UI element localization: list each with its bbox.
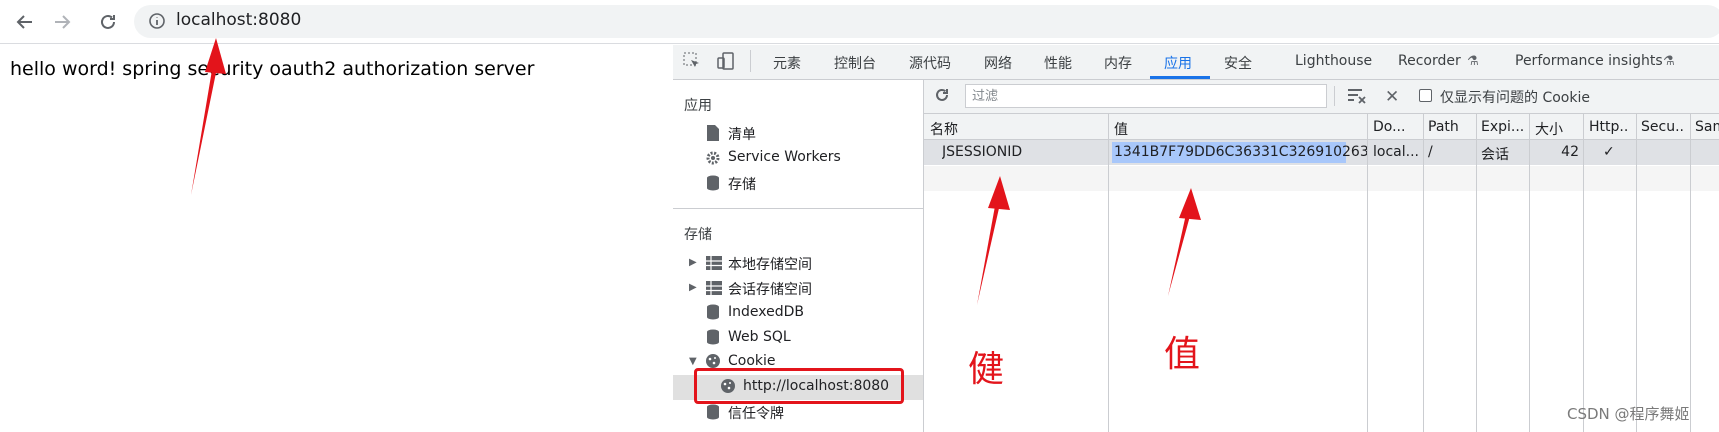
- arrow-value: [1168, 188, 1201, 296]
- watermark: CSDN @程序舞姬: [1567, 405, 1690, 423]
- arrow-key: [977, 176, 1010, 305]
- arrow-url: [191, 38, 226, 195]
- annotation-value-label: 值: [1164, 334, 1201, 375]
- annotation-key-label: 健: [968, 349, 1005, 390]
- annotation-arrows: [191, 38, 1201, 305]
